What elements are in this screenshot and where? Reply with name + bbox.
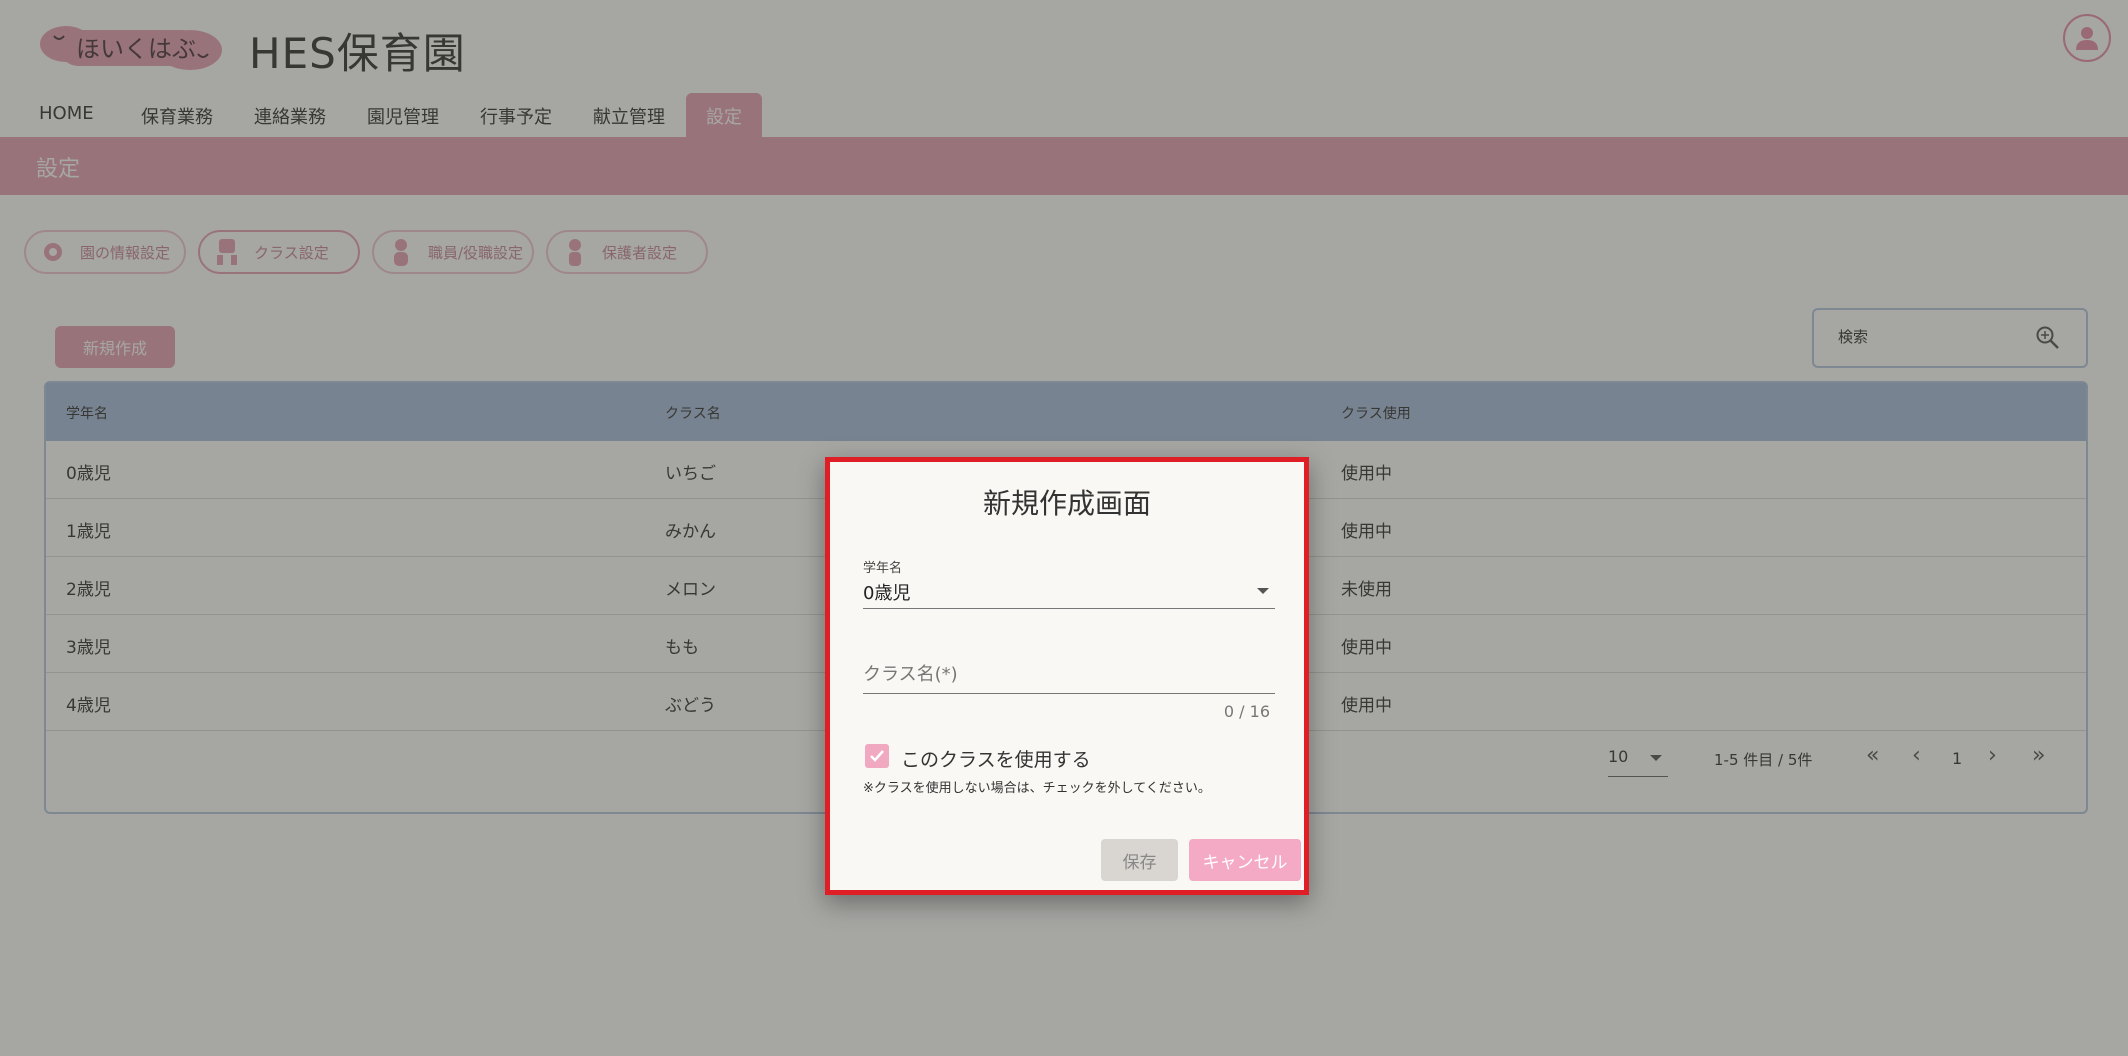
- use-class-note: ※クラスを使用しない場合は、チェックを外してください。: [863, 781, 1211, 796]
- grade-select-value: 0歳児: [863, 583, 911, 604]
- check-icon: [870, 750, 884, 762]
- grade-label: 学年名: [863, 561, 903, 576]
- use-class-label[interactable]: このクラスを使用する: [901, 745, 1091, 772]
- chevron-down-icon: [1257, 588, 1269, 594]
- char-counter: 0 / 16: [1223, 702, 1270, 721]
- class-name-field: [863, 658, 1275, 694]
- new-class-dialog: 新規作成画面 学年名 0歳児 0 / 16 このクラスを使用する ※クラスを使用…: [825, 457, 1309, 895]
- dialog-title: 新規作成画面: [982, 487, 1151, 520]
- cancel-button[interactable]: キャンセル: [1189, 839, 1301, 881]
- save-button[interactable]: 保存: [1101, 839, 1178, 881]
- class-name-input[interactable]: [863, 658, 1275, 690]
- use-class-checkbox[interactable]: [865, 744, 889, 768]
- grade-select[interactable]: 0歳児: [863, 577, 1275, 609]
